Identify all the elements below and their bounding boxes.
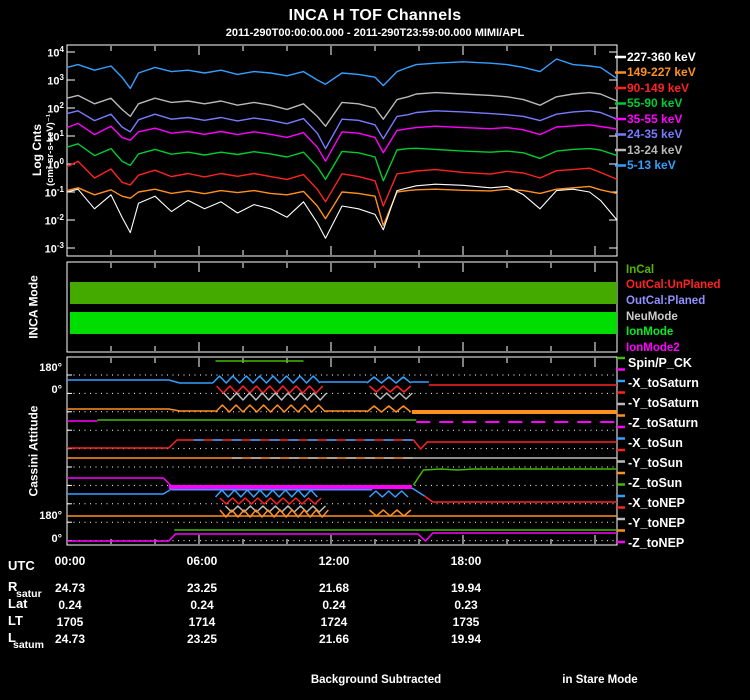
utc-axis-label: UTC (8, 558, 35, 573)
utc-tick-label: 12:00 (318, 554, 350, 568)
main-y-tick-label: 104 (47, 45, 64, 60)
main-y-tick-label: 103 (47, 73, 64, 88)
channel-curve (66, 58, 618, 90)
channel-legend-entry: 24-35 keV (627, 127, 683, 142)
attitude-y-tick-label: 180° (39, 510, 62, 522)
mode-legend-entry: OutCal:Planed (626, 294, 706, 307)
attitude-trace (219, 497, 322, 505)
main-y-axis-label-line1: Log Cnts (30, 124, 44, 176)
attitude-legend-entry: -Z_toNEP (628, 536, 685, 550)
ephemeris-value: 0.24 (190, 598, 214, 612)
ephemeris-value: 23.25 (186, 632, 218, 646)
main-y-tick-label: 10-2 (44, 213, 64, 228)
attitude-trace (411, 487, 425, 497)
attitude-trace (214, 404, 327, 413)
attitude-legend-entry: -X_toNEP (628, 496, 685, 510)
channel-curve (66, 122, 618, 162)
channel-legend-entry: 35-55 keV (627, 111, 683, 126)
attitude-y-tick-label: 0° (51, 384, 62, 396)
ephemeris-value: 0.24 (58, 598, 82, 612)
main-y-axis-units: (cm²-sr-s-keV)⁻¹ (45, 113, 56, 187)
channel-legend-entry: 55-90 keV (627, 96, 683, 111)
mode-legend: InCal OutCal:UnPlaned OutCal:Planed NeuMode… (626, 262, 750, 356)
ephemeris-value: 0.23 (454, 598, 478, 612)
attitude-trace (366, 376, 412, 384)
attitude-trace (214, 489, 318, 498)
mode-panel-label: INCA Mode (26, 275, 41, 339)
ephemeris-row-label: Lat (8, 596, 28, 611)
main-y-tick-label: 10-1 (44, 185, 64, 200)
main-y-tick-label: 101 (47, 129, 64, 144)
attitude-trace (67, 532, 617, 542)
main-y-axis-label: Log Cnts (cm²-sr-s-keV)⁻¹ (30, 113, 57, 187)
utc-tick-label: 06:00 (186, 554, 218, 568)
attitude-y-tick-label: 180° (39, 362, 62, 374)
attitude-trace (368, 490, 409, 498)
mode-legend-entry: OutCal:UnPlaned (626, 279, 721, 292)
channel-curve (66, 160, 618, 207)
attitude-panel-label: Cassini Attitude (26, 405, 41, 497)
ephemeris-row-label: LT (8, 613, 23, 628)
attitude-legend-entry: -X_toSun (628, 436, 683, 450)
ephemeris-value: 19.94 (450, 581, 482, 595)
ephemeris-value: 1714 (188, 615, 216, 629)
ephemeris-value: 1724 (320, 615, 348, 629)
mode-panel-frame (66, 261, 618, 353)
ephemeris-value: 21.68 (318, 581, 350, 595)
channel-legend-entry: 227-360 keV (627, 49, 696, 64)
main-y-tick-label: 10-3 (44, 241, 64, 256)
ephemeris-value: 19.94 (450, 632, 482, 646)
attitude-legend-entry: -Y_toNEP (628, 516, 685, 530)
attitude-legend-entry: -Y_toSun (628, 456, 683, 470)
channel-legend: 227-360 keV 149-227 keV 90-149 keV 55-90 ke… (617, 49, 750, 173)
attitude-trace (412, 468, 617, 486)
attitude-trace (216, 385, 324, 394)
attitude-trace (67, 477, 173, 487)
attitude-legend-entry: -Y_toSaturn (628, 396, 699, 410)
ephemeris-value: 1705 (56, 615, 84, 629)
attitude-trace (67, 488, 172, 495)
attitude-legend-entry: -Z_toSun (628, 476, 683, 490)
attitude-trace (67, 379, 213, 384)
attitude-trace (67, 439, 617, 450)
main-y-tick-label: 102 (47, 101, 64, 116)
attitude-trace (67, 408, 216, 412)
attitude-trace (224, 505, 327, 513)
attitude-trace (424, 495, 617, 503)
utc-tick-label: 18:00 (450, 554, 482, 568)
attitude-trace (369, 509, 412, 517)
channel-legend-entry: 5-13 keV (627, 158, 676, 173)
attitude-trace (223, 392, 328, 401)
inca-tof-screenshot: INCA H TOF Channels 2011-290T00:00:00.00… (0, 0, 750, 700)
background-subtracted-note: Background Subtracted (310, 674, 442, 686)
mode-legend-entry: NeuMode (626, 310, 678, 323)
attitude-trace (212, 375, 321, 384)
attitude-legend-entry: -Z_toSaturn (628, 416, 699, 430)
ephemeris-value: 24.73 (54, 632, 86, 646)
stare-mode-note: in Stare Mode (562, 674, 638, 686)
attitude-trace (366, 405, 412, 413)
channel-curve (66, 91, 618, 127)
channel-legend-entry: 13-24 keV (627, 142, 683, 157)
attitude-legend: Spin/P_CK -X_toSaturn -Y_toSaturn -Z_toSatu… (628, 353, 750, 553)
main-y-tick-label: 100 (47, 157, 64, 172)
ephemeris-value: 21.66 (318, 632, 350, 646)
attitude-trace (369, 385, 412, 393)
channel-curve (66, 143, 618, 182)
attitude-y-tick-label: 0° (51, 533, 62, 545)
mode-legend-entry: IonMode (626, 326, 674, 339)
attitude-legend-entry: Spin/P_CK (628, 356, 692, 370)
ephemeris-value: 1735 (452, 615, 480, 629)
channel-legend-entry: 90-149 keV (627, 80, 690, 95)
ephemeris-value: 24.73 (54, 581, 86, 595)
mode-interval-bar (70, 282, 617, 304)
ephemeris-value: 23.25 (186, 581, 218, 595)
utc-tick-label: 00:00 (54, 554, 86, 568)
attitude-legend-entry: -X_toSaturn (628, 376, 699, 390)
mode-legend-entry: InCal (626, 263, 655, 276)
channel-legend-entry: 149-227 keV (627, 65, 696, 80)
ephemeris-value: 0.24 (322, 598, 346, 612)
mode-interval-bar (70, 312, 617, 334)
